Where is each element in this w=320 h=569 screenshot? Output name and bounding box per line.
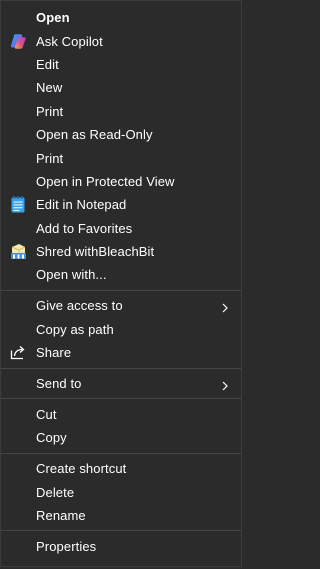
menu-item-open-protected-view[interactable]: Open in Protected View <box>1 170 241 193</box>
menu-item-label: Give access to <box>36 298 123 314</box>
menu-item-send-to[interactable]: Send to <box>1 372 241 395</box>
menu-separator <box>1 289 241 291</box>
menu-item-label: Send to <box>36 376 82 392</box>
menu-item-label: Create shortcut <box>36 461 127 477</box>
menu-separator <box>1 398 241 400</box>
menu-item-ask-copilot[interactable]: Ask Copilot <box>1 29 241 52</box>
context-menu: Open Ask Copilot Edit New Print Open as … <box>0 0 242 567</box>
menu-item-label: Rename <box>36 507 86 523</box>
menu-item-label: Properties <box>36 538 97 554</box>
menu-item-copy-as-path[interactable]: Copy as path <box>1 318 241 341</box>
menu-item-properties[interactable]: Properties <box>1 535 241 558</box>
menu-item-label: Ask Copilot <box>36 33 103 49</box>
menu-item-copy[interactable]: Copy <box>1 426 241 449</box>
copilot-icon <box>9 32 27 50</box>
menu-item-label: Print <box>36 103 64 119</box>
share-icon <box>9 344 27 362</box>
menu-item-new[interactable]: New <box>1 76 241 99</box>
notepad-icon <box>9 196 27 214</box>
menu-item-label: Edit in Notepad <box>36 197 127 213</box>
menu-item-label: Copy <box>36 430 67 446</box>
menu-item-label: Open as Read-Only <box>36 127 153 143</box>
menu-item-print-2[interactable]: Print <box>1 146 241 169</box>
menu-item-label: Shred withBleachBit <box>36 244 155 260</box>
bleachbit-icon <box>9 243 27 261</box>
menu-item-shred-bleachbit[interactable]: Shred withBleachBit <box>1 240 241 263</box>
menu-item-label: Edit <box>36 56 59 72</box>
menu-item-create-shortcut[interactable]: Create shortcut <box>1 457 241 480</box>
menu-item-add-to-favorites[interactable]: Add to Favorites <box>1 217 241 240</box>
menu-item-delete[interactable]: Delete <box>1 480 241 503</box>
chevron-right-icon <box>221 301 229 313</box>
menu-item-label: Cut <box>36 406 57 422</box>
menu-item-share[interactable]: Share <box>1 341 241 364</box>
menu-separator <box>1 530 241 532</box>
chevron-right-icon <box>221 379 229 390</box>
menu-item-label: Print <box>36 150 64 166</box>
menu-item-cut[interactable]: Cut <box>1 403 241 426</box>
menu-item-open[interactable]: Open <box>1 6 241 29</box>
menu-item-print[interactable]: Print <box>1 100 241 123</box>
menu-item-label: Add to Favorites <box>36 220 133 236</box>
menu-separator <box>1 367 241 369</box>
menu-item-label: New <box>36 80 63 96</box>
menu-item-label: Open with... <box>36 267 107 283</box>
menu-item-edit-in-notepad[interactable]: Edit in Notepad <box>1 193 241 216</box>
menu-item-label: Delete <box>36 484 75 500</box>
menu-item-open-with[interactable]: Open with... <box>1 263 241 286</box>
menu-item-give-access-to[interactable]: Give access to <box>1 294 241 317</box>
menu-item-label: Open <box>36 10 70 26</box>
menu-item-open-read-only[interactable]: Open as Read-Only <box>1 123 241 146</box>
menu-item-label: Copy as path <box>36 321 114 337</box>
menu-separator <box>1 452 241 454</box>
menu-item-label: Open in Protected View <box>36 173 175 189</box>
menu-item-label: Share <box>36 345 72 361</box>
menu-item-edit[interactable]: Edit <box>1 53 241 76</box>
menu-item-rename[interactable]: Rename <box>1 504 241 527</box>
